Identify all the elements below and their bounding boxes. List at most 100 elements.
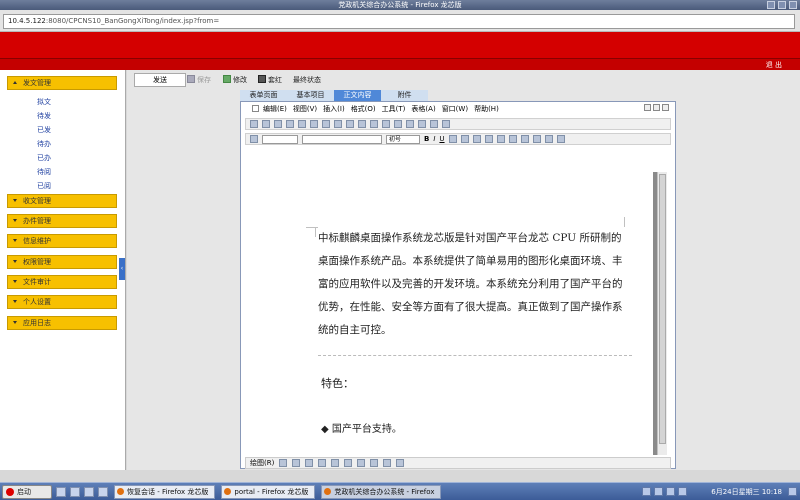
new-doc-icon[interactable] <box>250 120 258 128</box>
zoom-icon[interactable] <box>430 120 438 128</box>
menu-tools[interactable]: 工具(T) <box>382 104 406 114</box>
sidebar-section-banjian[interactable]: 办件管理 <box>7 214 117 228</box>
logout-link[interactable]: 退 出 <box>766 60 782 70</box>
sidebar-section-geren[interactable]: 个人设置 <box>7 295 117 309</box>
sidebar-section-fawen[interactable]: 发文管理 <box>7 76 117 90</box>
menu-help[interactable]: 帮助(H) <box>474 104 499 114</box>
document-page[interactable]: 中标麒麟桌面操作系统龙芯版是针对国产平台龙芯 CPU 所研制的桌面操作系统产品。… <box>251 172 653 455</box>
save-icon[interactable] <box>274 120 282 128</box>
menu-view[interactable]: 视图(V) <box>293 104 317 114</box>
chart-icon[interactable] <box>394 120 402 128</box>
sidebar-item-niwen[interactable]: 拟文 <box>37 97 51 107</box>
font-select[interactable] <box>302 134 382 144</box>
send-button[interactable]: 发送 <box>134 73 186 87</box>
highlight-icon[interactable] <box>544 135 553 143</box>
italic-button[interactable]: I <box>433 135 435 143</box>
taskbar-task[interactable]: portal - Firefox 龙芯版 <box>221 484 316 499</box>
rectangle-icon[interactable] <box>318 459 327 467</box>
outdent-icon[interactable] <box>532 135 541 143</box>
menu-table[interactable]: 表格(A) <box>411 104 435 114</box>
volume-icon[interactable] <box>666 487 676 496</box>
sidebar-item-yiban[interactable]: 已办 <box>37 153 51 163</box>
menu-window[interactable]: 窗口(W) <box>442 104 468 114</box>
ellipse-icon[interactable] <box>331 459 340 467</box>
align-left-icon[interactable] <box>448 135 457 143</box>
line-icon[interactable] <box>292 459 301 467</box>
undo-icon[interactable] <box>358 120 366 128</box>
image-icon[interactable] <box>357 459 366 467</box>
numbering-icon[interactable] <box>496 135 505 143</box>
editor-minimize-button[interactable] <box>644 104 651 111</box>
sidebar-item-daifa[interactable]: 待发 <box>37 111 51 121</box>
taskbar-task-active[interactable]: 党政机关综合办公系统 - Firefox <box>321 484 442 499</box>
update-icon[interactable] <box>678 487 688 496</box>
url-bar[interactable]: 10.4.5.122:8080/CPCNS10_BanGongXiTong/in… <box>3 14 795 29</box>
fill-color-icon[interactable] <box>370 459 379 467</box>
scroll-thumb[interactable] <box>659 174 666 444</box>
drawing-menu[interactable]: 绘图(R) <box>250 458 274 468</box>
align-right-icon[interactable] <box>472 135 481 143</box>
maximize-button[interactable] <box>778 1 786 9</box>
print-icon[interactable] <box>286 120 294 128</box>
font-color-icon[interactable] <box>556 135 565 143</box>
sidebar-section-quanxian[interactable]: 权限管理 <box>7 255 117 269</box>
sidebar-item-yiyue[interactable]: 已阅 <box>37 181 51 191</box>
taskbar-task[interactable]: 恢复会话 - Firefox 龙芯版 <box>114 484 216 499</box>
indent-icon[interactable] <box>520 135 529 143</box>
justify-icon[interactable] <box>484 135 493 143</box>
bullets-icon[interactable] <box>508 135 517 143</box>
menu-format[interactable]: 格式(O) <box>351 104 376 114</box>
font-size-select[interactable]: 初号 <box>386 134 420 144</box>
sidebar-section-rizhi[interactable]: 应用日志 <box>7 316 117 330</box>
styles-icon[interactable] <box>250 135 258 143</box>
columns-icon[interactable] <box>406 120 414 128</box>
start-button[interactable]: 启动 <box>2 484 52 499</box>
arrow-icon[interactable] <box>305 459 314 467</box>
quicklaunch-icon[interactable] <box>84 486 94 497</box>
quicklaunch-icon[interactable] <box>98 486 108 497</box>
quicklaunch-icon[interactable] <box>56 486 66 497</box>
spellcheck-icon[interactable] <box>310 120 318 128</box>
align-center-icon[interactable] <box>460 135 469 143</box>
underline-button[interactable]: U <box>439 135 444 143</box>
sidebar-section-shouwen[interactable]: 收文管理 <box>7 194 117 208</box>
power-icon[interactable] <box>788 487 797 496</box>
style-select[interactable] <box>262 134 298 144</box>
textbox-icon[interactable] <box>344 459 353 467</box>
bold-button[interactable]: B <box>424 135 429 143</box>
tab-basic[interactable]: 基本项目 <box>287 90 334 101</box>
select-icon[interactable] <box>279 459 288 467</box>
final-state-button[interactable]: 最终状态 <box>293 75 321 85</box>
shadow-icon[interactable] <box>396 459 405 467</box>
sidebar-item-daiyue[interactable]: 待阅 <box>37 167 51 177</box>
help-icon[interactable] <box>442 120 450 128</box>
cut-icon[interactable] <box>322 120 330 128</box>
edit-button[interactable]: 修改 <box>223 75 247 85</box>
tab-form[interactable]: 表单页面 <box>240 90 287 101</box>
preview-icon[interactable] <box>298 120 306 128</box>
editor-close-button[interactable] <box>662 104 669 111</box>
save-button[interactable]: 保存 <box>187 75 211 85</box>
paste-icon[interactable] <box>346 120 354 128</box>
menu-insert[interactable]: 插入(I) <box>323 104 345 114</box>
sidebar-section-xinxi[interactable]: 信息维护 <box>7 234 117 248</box>
drawing-icon[interactable] <box>418 120 426 128</box>
sidebar-collapse-handle[interactable]: ‹ <box>119 258 125 280</box>
sidebar-section-shenji[interactable]: 文件审计 <box>7 275 117 289</box>
redhead-button[interactable]: 套红 <box>258 75 282 85</box>
menu-edit[interactable]: 编辑(E) <box>263 104 287 114</box>
editor-restore-button[interactable] <box>653 104 660 111</box>
redo-icon[interactable] <box>370 120 378 128</box>
tab-body[interactable]: 正文内容 <box>334 90 381 101</box>
minimize-button[interactable] <box>767 1 775 9</box>
close-button[interactable] <box>789 1 797 9</box>
network-icon[interactable] <box>642 487 652 496</box>
copy-icon[interactable] <box>334 120 342 128</box>
quicklaunch-icon[interactable] <box>70 486 80 497</box>
sidebar-item-yifa[interactable]: 已发 <box>37 125 51 135</box>
sidebar-item-daiban[interactable]: 待办 <box>37 139 51 149</box>
table-icon[interactable] <box>382 120 390 128</box>
open-icon[interactable] <box>262 120 270 128</box>
line-color-icon[interactable] <box>383 459 392 467</box>
vertical-scrollbar[interactable] <box>657 172 667 455</box>
